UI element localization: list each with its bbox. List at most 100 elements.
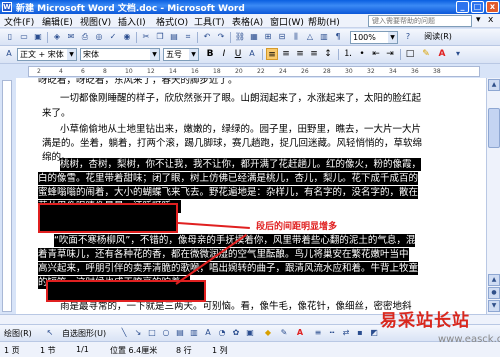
ruler-tick: 10 [125, 68, 133, 75]
tables-borders-icon[interactable]: ▦ [248, 31, 260, 43]
ruler-tick: 24 [279, 68, 287, 75]
numbering-icon[interactable]: ⒈ [342, 48, 354, 60]
cut-icon[interactable]: ✂ [140, 31, 152, 43]
underline-button[interactable]: U [232, 48, 244, 60]
drawing-icon[interactable]: △ [304, 31, 316, 43]
styles-pane-icon[interactable]: A [3, 48, 15, 60]
picture-icon[interactable]: ▣ [244, 327, 256, 339]
menu-file[interactable]: 文件(F) [4, 15, 34, 28]
undo-icon[interactable]: ↶ [201, 31, 213, 43]
close-button[interactable]: x [486, 1, 499, 13]
shadow-icon[interactable]: ▪ [354, 327, 366, 339]
copy-icon[interactable]: ❐ [154, 31, 166, 43]
text-box-icon[interactable]: ▤ [174, 327, 186, 339]
document-map-icon[interactable]: ▥ [318, 31, 330, 43]
redo-icon[interactable]: ↷ [215, 31, 227, 43]
help-search-input[interactable]: 键入需要帮助的问题 [368, 15, 472, 27]
line-icon[interactable]: ╲ [118, 327, 130, 339]
italic-button[interactable]: I [218, 48, 230, 60]
vertical-scrollbar[interactable]: ▲ ▲ ● ▼ [486, 78, 500, 314]
research-icon[interactable]: ◉ [121, 31, 133, 43]
outside-border-icon[interactable]: □ [404, 48, 416, 60]
chevron-down-icon[interactable]: ▼ [67, 49, 76, 60]
horizontal-ruler[interactable]: 2 4 6 8 10 12 14 16 18 20 22 24 26 28 30… [28, 66, 480, 77]
open-folder-icon[interactable]: ▭ [18, 31, 30, 43]
autoshapes-button[interactable]: 自选图形(U) [62, 328, 106, 339]
dash-style-icon[interactable]: ┅ [326, 327, 338, 339]
decrease-indent-icon[interactable]: ⇤ [370, 48, 382, 60]
arrow-style-icon[interactable]: ⇄ [340, 327, 352, 339]
insert-table-icon[interactable]: ⊞ [262, 31, 274, 43]
menu-view[interactable]: 视图(V) [80, 15, 111, 28]
fill-color-icon[interactable]: ◆ [262, 327, 274, 339]
clip-art-icon[interactable]: ✿ [230, 327, 242, 339]
scroll-up-icon[interactable]: ▲ [488, 79, 500, 91]
help-icon[interactable]: ? [402, 31, 414, 43]
save-icon[interactable]: ▣ [32, 31, 44, 43]
rectangle-icon[interactable]: □ [146, 327, 158, 339]
previous-page-icon[interactable]: ▲ [488, 274, 500, 286]
align-left-icon[interactable]: ≡ [266, 48, 278, 60]
oval-icon[interactable]: ○ [160, 327, 172, 339]
bold-button[interactable]: B [204, 48, 216, 60]
email-icon[interactable]: ✉ [65, 31, 77, 43]
scroll-thumb[interactable] [488, 108, 500, 148]
select-browse-object-icon[interactable]: ● [488, 287, 500, 299]
bullets-icon[interactable]: • [356, 48, 368, 60]
diagram-icon[interactable]: ◔ [216, 327, 228, 339]
char-border-icon[interactable]: A [246, 48, 258, 60]
menu-format[interactable]: 格式(O) [156, 15, 188, 28]
vertical-text-box-icon[interactable]: ▥ [188, 327, 200, 339]
menu-table[interactable]: 表格(A) [232, 15, 263, 28]
chevron-down-icon[interactable]: ▼ [150, 49, 159, 60]
print-preview-icon[interactable]: ◎ [93, 31, 105, 43]
show-hide-icon[interactable]: ¶ [332, 31, 344, 43]
menu-help[interactable]: 帮助(H) [308, 15, 340, 28]
read-button[interactable]: 阅读(R) [420, 31, 456, 43]
doc-close-icon[interactable]: x [488, 15, 493, 25]
increase-indent-icon[interactable]: ⇥ [384, 48, 396, 60]
new-document-icon[interactable]: ▯ [4, 31, 16, 43]
chevron-down-icon[interactable]: ▼ [189, 49, 198, 60]
help-dropdown-icon[interactable]: ▾ [476, 15, 481, 25]
font-size-select[interactable]: 五号 ▼ [163, 48, 199, 61]
insert-excel-icon[interactable]: ⊟ [276, 31, 288, 43]
watermark-text: 易采站长站 [380, 311, 470, 331]
maximize-button[interactable]: □ [471, 1, 484, 13]
minimize-button[interactable]: _ [456, 1, 469, 13]
3d-icon[interactable]: ◩ [368, 327, 380, 339]
style-select[interactable]: 正文 + 宋体 ▼ [17, 48, 77, 61]
menu-insert[interactable]: 插入(I) [118, 15, 146, 28]
zoom-select[interactable]: 100% ▼ [350, 31, 398, 44]
arrow-icon[interactable]: ↘ [132, 327, 144, 339]
align-right-icon[interactable]: ≡ [294, 48, 306, 60]
font-select[interactable]: 宋体 ▼ [80, 48, 160, 61]
word-app-icon[interactable]: W [2, 2, 12, 12]
paste-icon[interactable]: ▤ [168, 31, 180, 43]
spelling-icon[interactable]: ✓ [107, 31, 119, 43]
line-spacing-icon[interactable]: ↕ [322, 48, 334, 60]
menu-edit[interactable]: 编辑(E) [42, 15, 73, 28]
wordart-icon[interactable]: A [202, 327, 214, 339]
menu-window[interactable]: 窗口(W) [270, 15, 304, 28]
document-page[interactable]: 呀眨着，呀眨着，东风来了，春天的脚步近了。 一切都像刚睡醒的样子，欣欣然张开了眼… [16, 78, 486, 314]
font-color-icon[interactable]: A [294, 327, 306, 339]
select-objects-icon[interactable]: ↖ [44, 327, 56, 339]
hyperlink-icon[interactable]: ⛓ [234, 31, 246, 43]
draw-menu-button[interactable]: 绘图(R) [4, 328, 32, 339]
format-painter-icon[interactable]: ⌗ [182, 31, 194, 43]
columns-icon[interactable]: ⫼ [290, 31, 302, 43]
menu-tools[interactable]: 工具(T) [194, 15, 225, 28]
permission-icon[interactable]: ◈ [51, 31, 63, 43]
line-style-icon[interactable]: ≡ [312, 327, 324, 339]
doc-line: 呀眨着，呀眨着，东风来了，春天的脚步近了。 [38, 78, 238, 86]
line-color-icon[interactable]: ✎ [278, 327, 290, 339]
chevron-down-icon[interactable]: ▼ [388, 32, 397, 43]
vertical-ruler[interactable] [2, 80, 12, 312]
print-icon[interactable]: ⎙ [79, 31, 91, 43]
justify-icon[interactable]: ≡ [308, 48, 320, 60]
align-center-icon[interactable]: ≡ [280, 48, 292, 60]
chevron-down-icon[interactable]: ▾ [452, 48, 464, 60]
font-color-button[interactable]: A [436, 48, 448, 60]
highlight-icon[interactable]: ✎ [420, 48, 432, 60]
